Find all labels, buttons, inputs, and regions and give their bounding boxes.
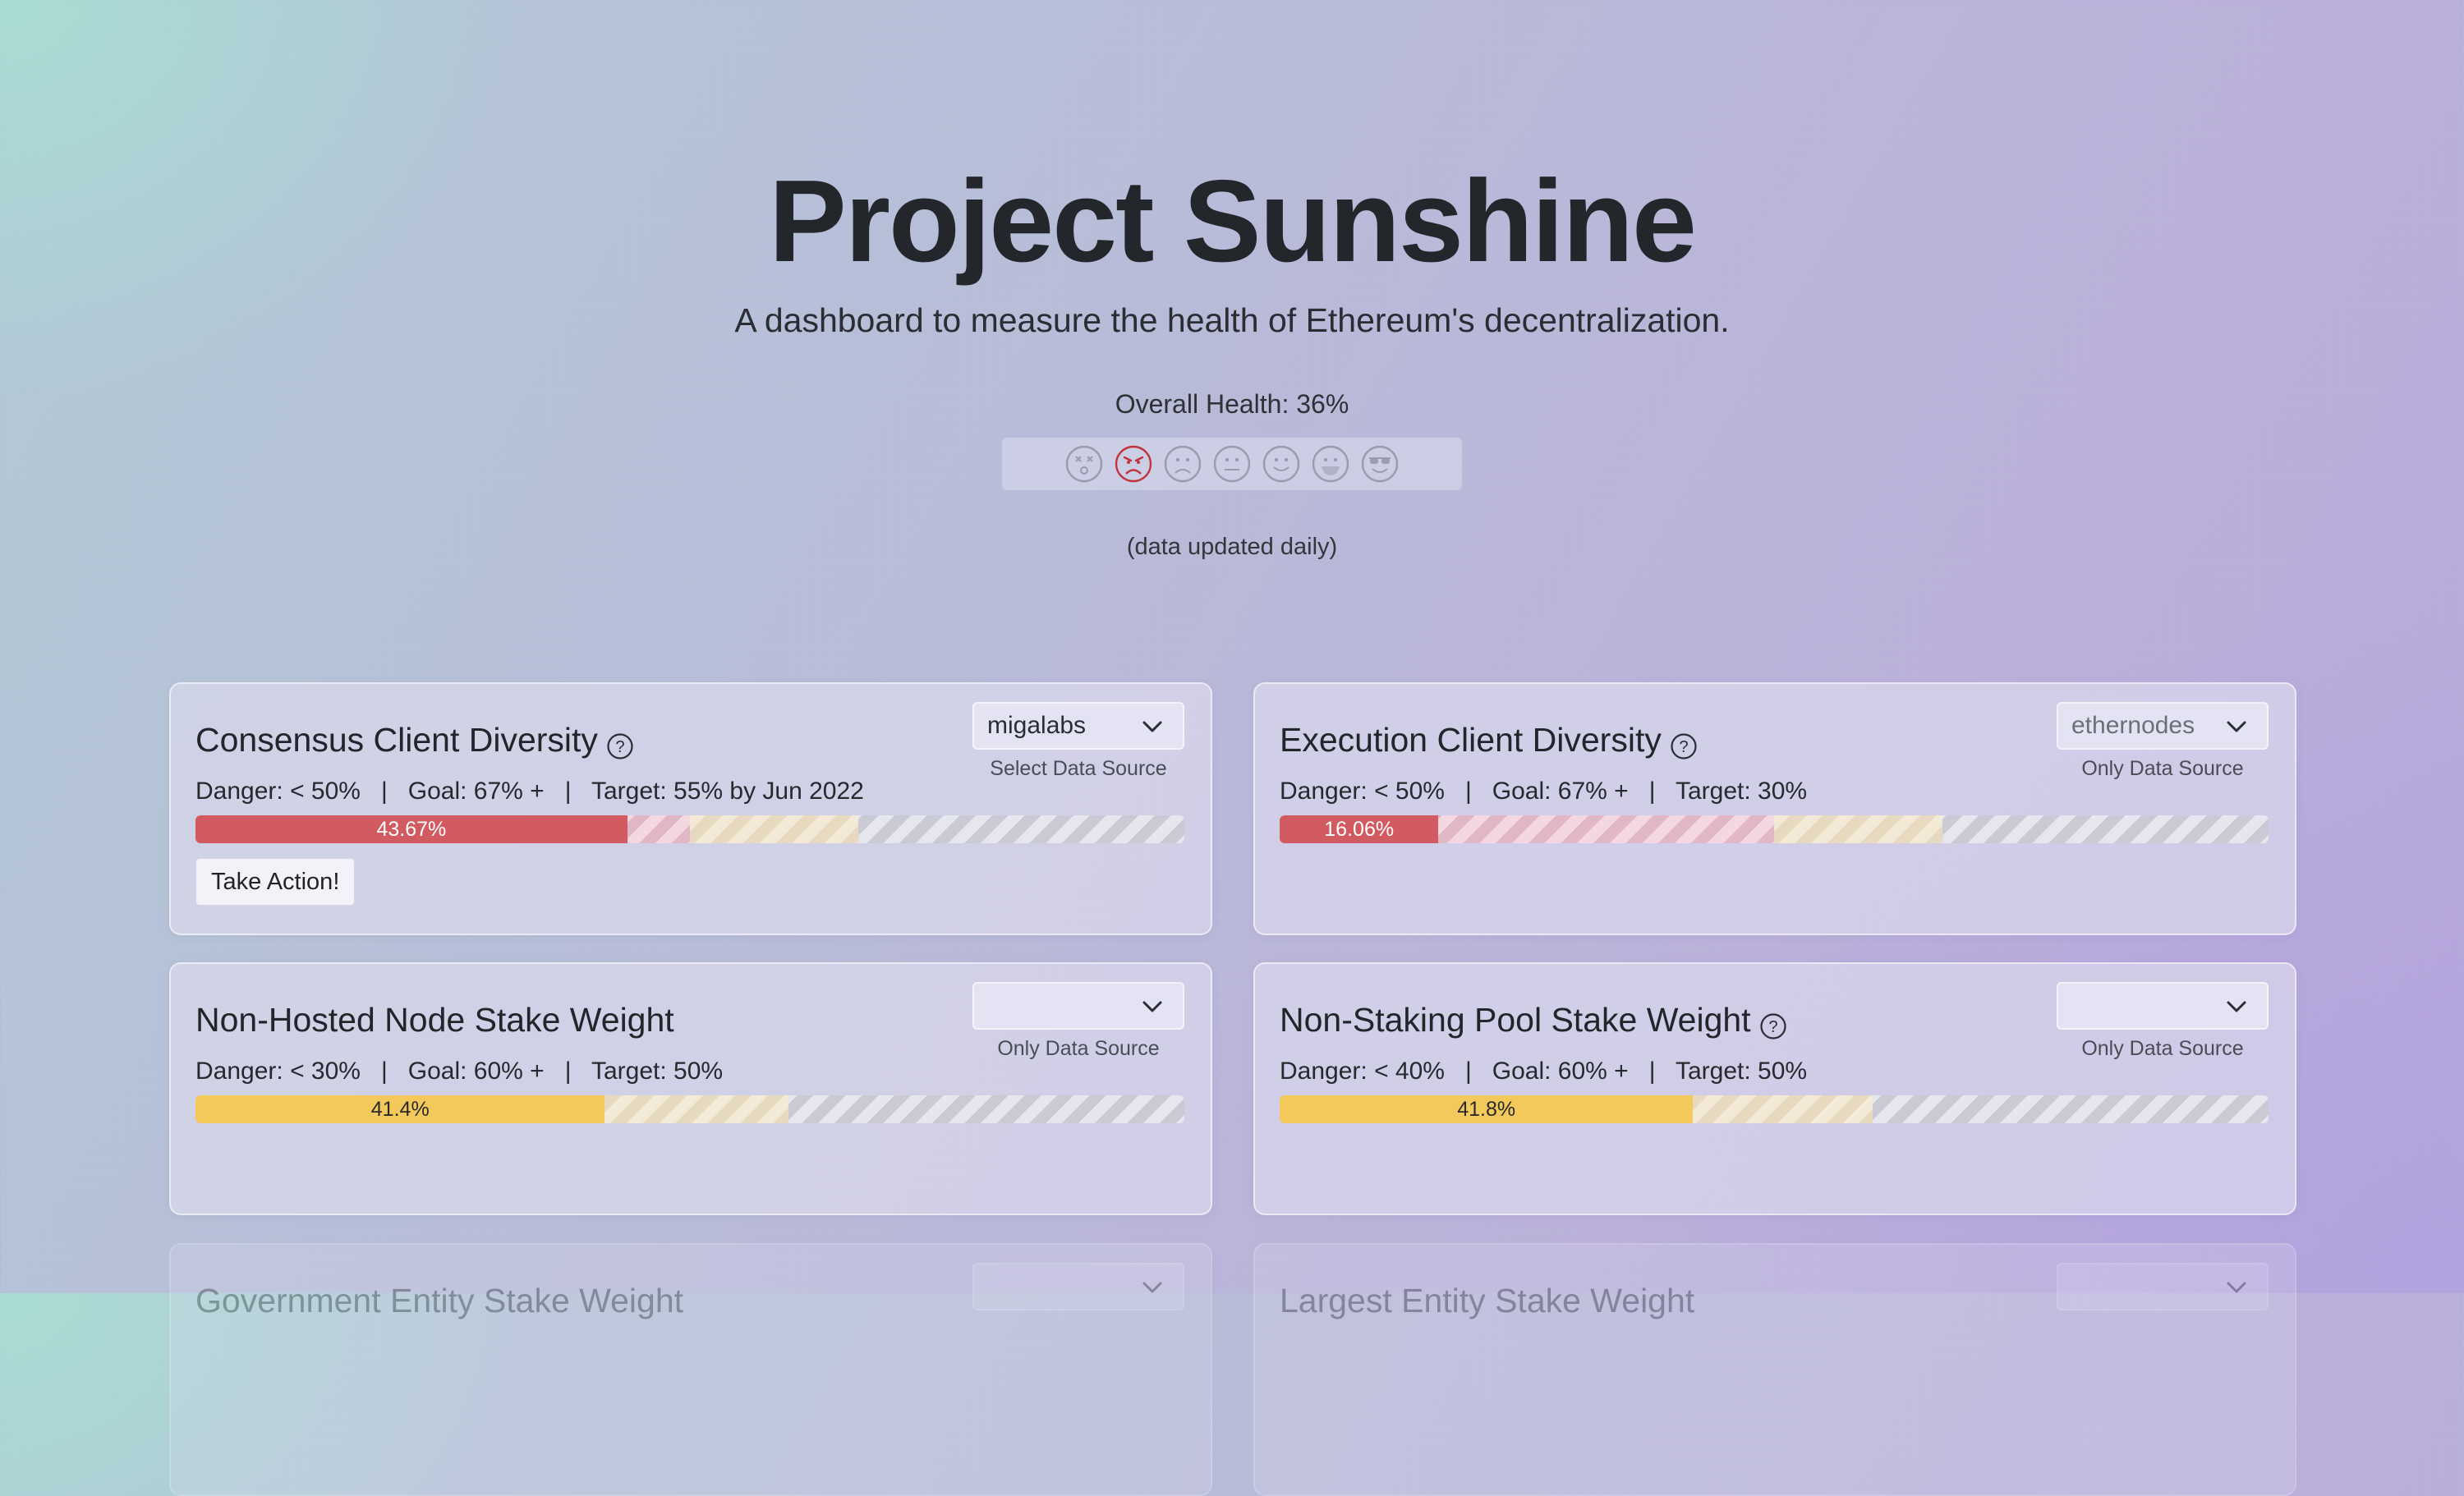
data-updated-note: (data updated daily) (1126, 534, 1338, 560)
card-title: Consensus Client Diversity? (195, 717, 634, 763)
data-source-caption: Only Data Source (997, 1037, 1160, 1060)
threshold-text: Danger: < 30% | Goal: 60% + | Target: 50… (195, 1058, 724, 1085)
data-source-caption: Only Data Source (2081, 1037, 2244, 1060)
progress-fill: 16.06% (1280, 815, 1439, 843)
data-source-caption: Only Data Source (2081, 757, 2244, 780)
card-government-entity-stake-weight: Government Entity Stake Weight (169, 1243, 1212, 1496)
card-title-text: Largest Entity Stake Weight (1280, 1282, 1695, 1319)
card-title-text: Government Entity Stake Weight (195, 1282, 684, 1319)
progress-fill: 43.67% (195, 815, 627, 843)
card-title: Largest Entity Stake Weight (1280, 1278, 1694, 1324)
card-title-text: Consensus Client Diversity (195, 721, 598, 759)
data-source-select[interactable] (972, 1263, 1184, 1310)
chevron-down-icon (2226, 718, 2247, 736)
overall-health-label: Overall Health: 36% (1115, 389, 1349, 419)
card-title: Non-Hosted Node Stake Weight (195, 997, 674, 1043)
card-consensus-client-diversity: Consensus Client Diversity? migalabs Sel… (169, 682, 1212, 935)
progress-bar: 16.06% (1280, 815, 2269, 843)
help-icon[interactable]: ? (1670, 726, 1698, 759)
progress-fill: 41.4% (195, 1095, 605, 1123)
card-title: Government Entity Stake Weight (195, 1278, 683, 1324)
dizzy-face-icon (1064, 444, 1104, 484)
slight-smile-icon (1262, 444, 1301, 484)
progress-fill: 41.8% (1280, 1095, 1694, 1123)
data-source-caption: Select Data Source (990, 757, 1167, 780)
card-non-staking-pool-stake-weight: Non-Staking Pool Stake Weight? Only Data… (1253, 962, 2296, 1215)
frowning-face-icon (1163, 444, 1202, 484)
chevron-down-icon (1142, 1278, 1163, 1296)
threshold-text: Danger: < 40% | Goal: 60% + | Target: 50… (1280, 1058, 1808, 1085)
angry-face-icon (1114, 444, 1153, 484)
progress-bar: 41.8% (1280, 1095, 2269, 1123)
card-largest-entity-stake-weight: Largest Entity Stake Weight (1253, 1243, 2296, 1496)
data-source-select[interactable]: migalabs (972, 702, 1184, 750)
data-source-select[interactable] (2057, 982, 2269, 1030)
neutral-face-icon (1212, 444, 1252, 484)
chevron-down-icon (1142, 998, 1163, 1016)
chevron-down-icon (1142, 718, 1163, 736)
health-face-scale (1002, 438, 1462, 490)
card-non-hosted-node-stake-weight: Non-Hosted Node Stake Weight Only Data S… (169, 962, 1212, 1215)
card-title-text: Execution Client Diversity (1280, 721, 1662, 759)
threshold-text: Danger: < 50% | Goal: 67% + | Target: 30… (1280, 778, 1808, 805)
svg-text:?: ? (1768, 1018, 1777, 1036)
help-icon[interactable]: ? (1759, 1006, 1787, 1039)
page-title: Project Sunshine (769, 156, 1697, 287)
caution-zone (1675, 1095, 1873, 1123)
svg-text:?: ? (1679, 738, 1688, 756)
card-execution-client-diversity: Execution Client Diversity? ethernodes O… (1253, 682, 2296, 935)
progress-bar: 43.67% (195, 815, 1184, 843)
data-source-select[interactable] (972, 982, 1184, 1030)
chevron-down-icon (2226, 998, 2247, 1016)
data-source-select[interactable] (2057, 1263, 2269, 1310)
data-source-value: migalabs (987, 712, 1087, 739)
card-title: Non-Staking Pool Stake Weight? (1280, 997, 1787, 1043)
data-source-select[interactable]: ethernodes (2057, 702, 2269, 750)
svg-text:?: ? (615, 738, 624, 756)
card-title: Execution Client Diversity? (1280, 717, 1698, 763)
threshold-text: Danger: < 50% | Goal: 67% + | Target: 55… (195, 778, 864, 805)
card-title-text: Non-Staking Pool Stake Weight (1280, 1001, 1751, 1039)
page-subtitle: A dashboard to measure the health of Eth… (734, 301, 1730, 339)
progress-bar: 41.4% (195, 1095, 1184, 1123)
chevron-down-icon (2226, 1278, 2247, 1296)
take-action-button[interactable]: Take Action! (195, 858, 356, 906)
caution-zone (1774, 815, 1942, 843)
caution-zone (690, 815, 858, 843)
data-source-value: ethernodes (2071, 712, 2195, 739)
grinning-face-icon (1311, 444, 1350, 484)
help-icon[interactable]: ? (606, 726, 634, 759)
sunglasses-face-icon (1360, 444, 1400, 484)
card-title-text: Non-Hosted Node Stake Weight (195, 1001, 674, 1039)
